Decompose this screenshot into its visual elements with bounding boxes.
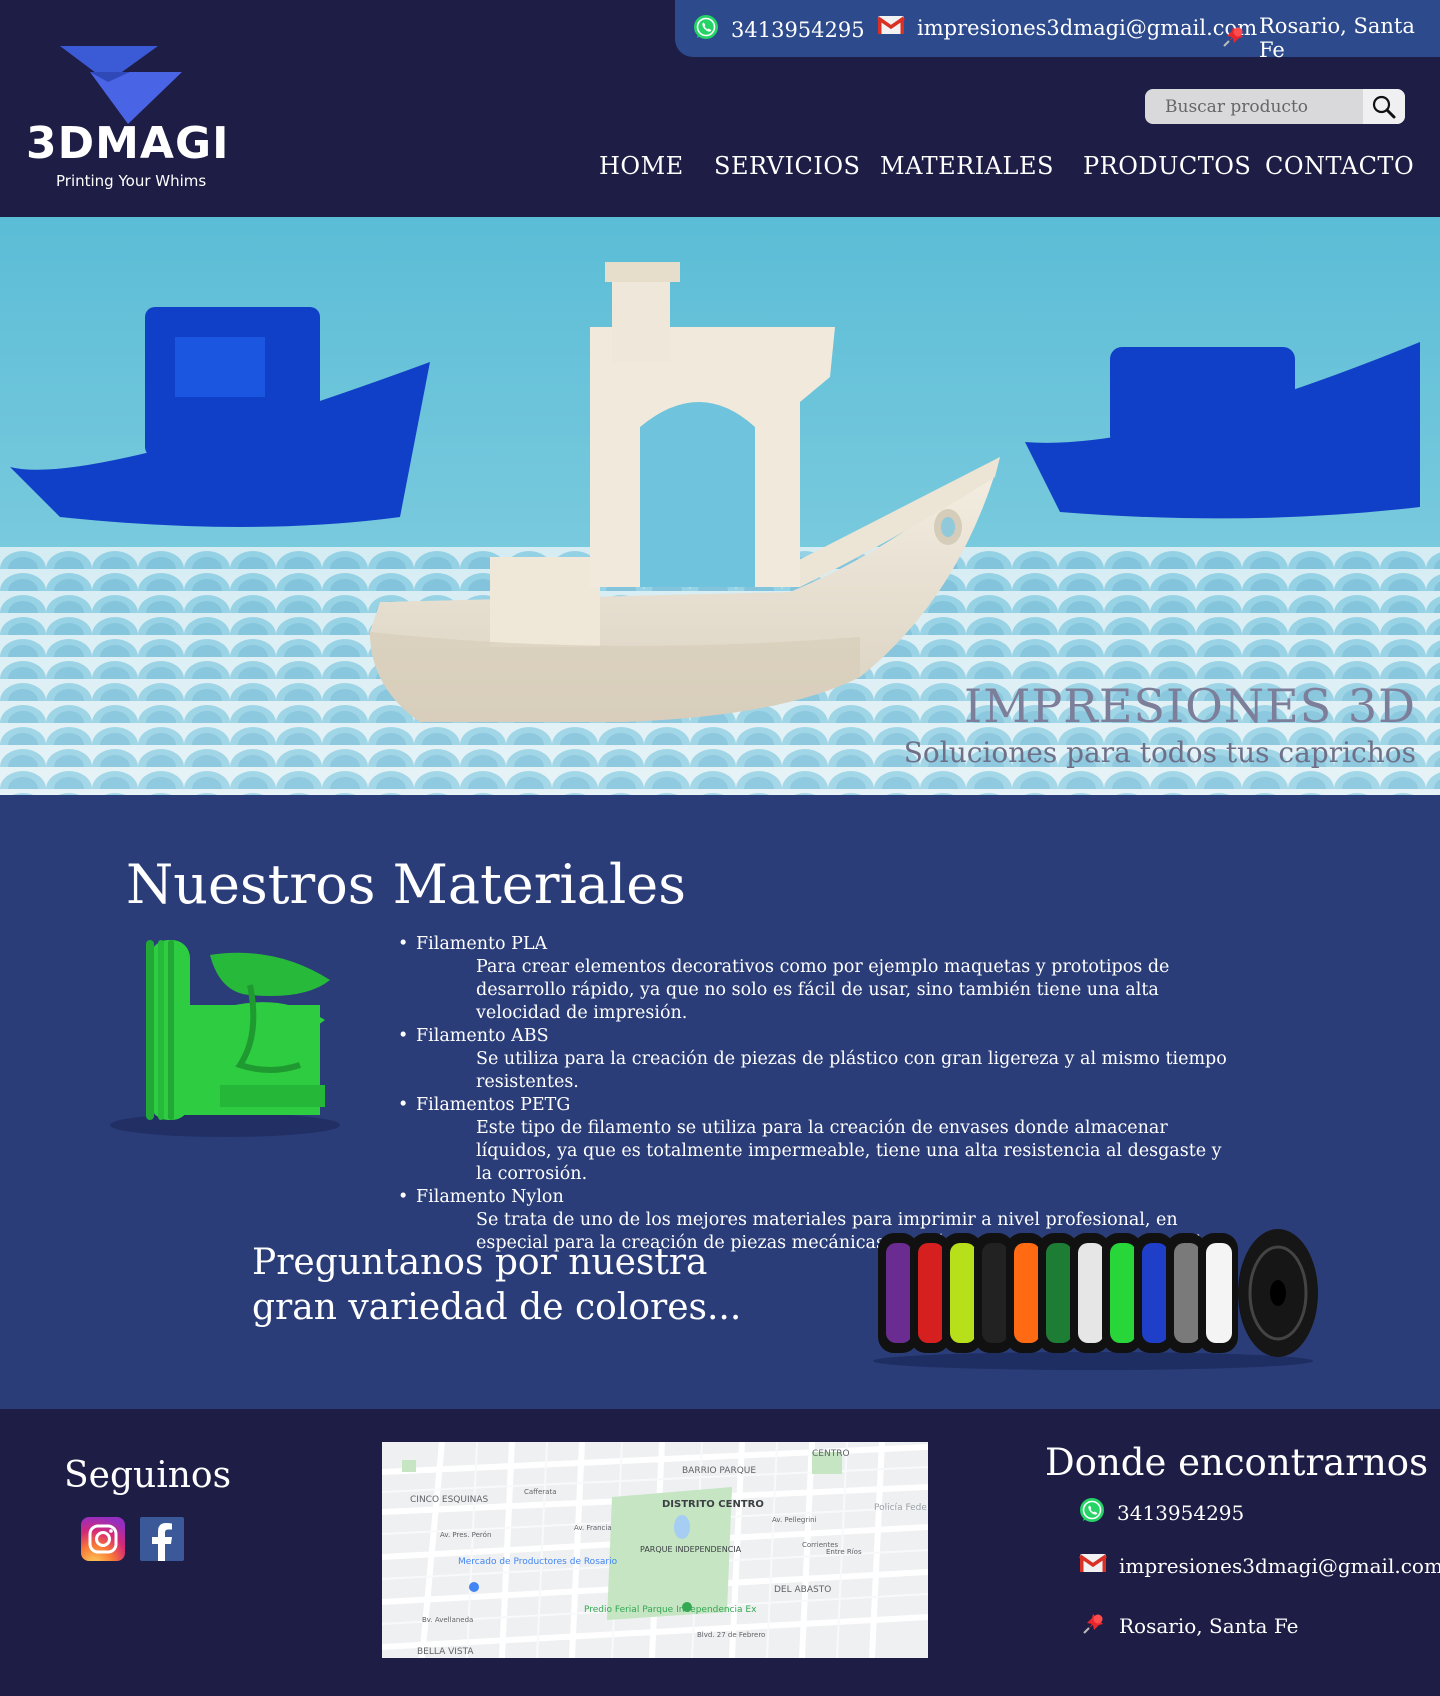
map-label-bv-avellaneda: Bv. Avellaneda: [422, 1616, 473, 1624]
map-label-del-abasto: DEL ABASTO: [774, 1585, 831, 1595]
pushpin-icon: [1081, 1610, 1107, 1641]
map-label-centro: CENTRO: [812, 1449, 850, 1459]
map-label-cinco-esquinas: CINCO ESQUINAS: [410, 1495, 489, 1505]
map-graphic: BARRIO PARQUE CENTRO CINCO ESQUINAS DIST…: [382, 1442, 928, 1658]
search-button[interactable]: [1363, 89, 1405, 124]
colors-callout: Preguntanos por nuestra gran variedad de…: [252, 1240, 741, 1330]
nav-home[interactable]: HOME: [599, 152, 684, 180]
instagram-icon[interactable]: [81, 1517, 125, 1561]
hero-title: IMPRESIONES 3D: [964, 679, 1416, 733]
hero-subtitle: Soluciones para todos tus caprichos: [903, 736, 1416, 769]
nav-productos[interactable]: PRODUCTOS: [1083, 152, 1251, 180]
colors-line-1: Preguntanos por nuestra: [252, 1242, 708, 1283]
material-name: Filamentos PETG: [398, 1094, 1238, 1117]
material-item: Filamento ABS Se utiliza para la creació…: [398, 1025, 1238, 1094]
nav-materiales[interactable]: MATERIALES: [880, 152, 1054, 180]
footer-email[interactable]: impresiones3dmagi@gmail.com: [1079, 1552, 1440, 1579]
material-desc: Se utiliza para la creación de piezas de…: [476, 1049, 1227, 1092]
contact-bar: 3413954295 impresiones3dmagi@gmail.com R…: [675, 0, 1440, 62]
footer-phone[interactable]: 3413954295: [1079, 1497, 1244, 1528]
gmail-icon: [877, 14, 905, 41]
logo-mark-icon: [60, 46, 182, 124]
map-label-av-pres-peron: Av. Pres. Perón: [440, 1531, 491, 1539]
green-spool-image: [110, 940, 340, 1137]
materials-title: Nuestros Materiales: [126, 853, 686, 916]
contact-location-text: Rosario, Santa Fe: [1259, 14, 1415, 62]
map-label-av-pellegrini: Av. Pellegrini: [772, 1516, 817, 1524]
map-label-blvd-27: Blvd. 27 de Febrero: [697, 1631, 765, 1639]
nav-contacto[interactable]: CONTACTO: [1265, 152, 1414, 180]
map-label-entre-rios: Entre Ríos: [826, 1548, 862, 1556]
hero-banner: IMPRESIONES 3D Soluciones para todos tus…: [0, 217, 1440, 795]
facebook-icon[interactable]: [140, 1517, 184, 1561]
material-desc: Para crear elementos decorativos como po…: [476, 957, 1170, 1023]
follow-us-title: Seguinos: [64, 1455, 232, 1496]
nav-servicios[interactable]: SERVICIOS: [714, 152, 860, 180]
map-label-bella-vista: BELLA VISTA: [417, 1647, 474, 1657]
contact-phone-text: 3413954295: [731, 17, 865, 42]
site-footer: Seguinos BARRIO PARQUE CENTRO CINCO ESQU…: [0, 1409, 1440, 1696]
contact-phone[interactable]: 3413954295: [693, 14, 865, 45]
search-input[interactable]: [1145, 89, 1363, 124]
material-name: Filamento PLA: [398, 933, 1238, 956]
footer-location[interactable]: Rosario, Santa Fe: [1081, 1610, 1298, 1641]
map-label-av-francia: Av. Francia: [574, 1524, 612, 1532]
contact-location[interactable]: Rosario, Santa Fe: [1221, 14, 1440, 62]
footer-location-text: Rosario, Santa Fe: [1119, 1613, 1299, 1638]
material-name: Filamento Nylon: [398, 1186, 1238, 1209]
map-label-mercado: Mercado de Productores de Rosario: [458, 1557, 618, 1567]
whatsapp-icon: [1079, 1497, 1105, 1528]
search-box: [1145, 89, 1405, 124]
contact-email[interactable]: impresiones3dmagi@gmail.com: [877, 14, 1257, 41]
map-label-predio: Predio Ferial Parque Independencia Ex: [584, 1605, 757, 1615]
materials-list: Filamento PLA Para crear elementos decor…: [398, 933, 1238, 1255]
map-label-parque-independencia: PARQUE INDEPENDENCIA: [640, 1545, 742, 1554]
material-desc: Este tipo de filamento se utiliza para l…: [476, 1118, 1222, 1184]
map-label-distrito-centro: DISTRITO CENTRO: [662, 1499, 764, 1510]
colored-spools-image: [873, 1229, 1318, 1370]
material-name: Filamento ABS: [398, 1025, 1238, 1048]
whatsapp-icon: [693, 14, 719, 45]
map-label-cafferata: Cafferata: [524, 1488, 557, 1496]
main-nav: HOME SERVICIOS MATERIALES PRODUCTOS CONT…: [0, 152, 1440, 192]
colors-line-2: gran variedad de colores...: [252, 1287, 742, 1328]
materials-section: Nuestros Materiales Filamento PLA Para c…: [0, 795, 1440, 1409]
material-item: Filamentos PETG Este tipo de filamento s…: [398, 1094, 1238, 1186]
map-label-policia: Policía Fede: [874, 1503, 927, 1513]
footer-phone-text: 3413954295: [1117, 1500, 1245, 1525]
map-label-barrio-parque: BARRIO PARQUE: [682, 1466, 756, 1476]
footer-email-text: impresiones3dmagi@gmail.com: [1119, 1553, 1440, 1578]
gmail-icon: [1079, 1552, 1107, 1579]
site-header: 3413954295 impresiones3dmagi@gmail.com R…: [0, 0, 1440, 217]
pushpin-icon: [1221, 23, 1247, 54]
search-icon: [1372, 95, 1396, 118]
material-item: Filamento PLA Para crear elementos decor…: [398, 933, 1238, 1025]
location-map[interactable]: BARRIO PARQUE CENTRO CINCO ESQUINAS DIST…: [382, 1442, 928, 1658]
contact-email-text: impresiones3dmagi@gmail.com: [917, 15, 1258, 40]
find-us-title: Donde encontrarnos: [1045, 1441, 1429, 1484]
